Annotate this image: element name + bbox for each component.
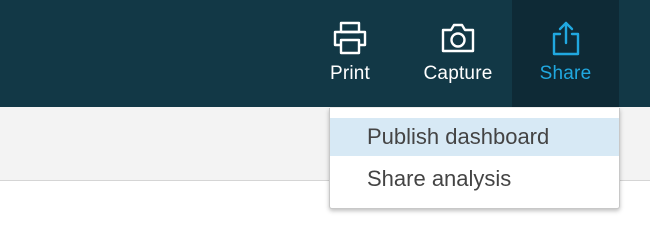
app-window: Print Capture Share Publish dashboard Sh… [0, 0, 650, 240]
camera-icon [438, 20, 478, 56]
share-label: Share [539, 63, 592, 84]
top-toolbar: Print Capture Share [0, 0, 650, 107]
capture-button[interactable]: Capture [414, 0, 502, 107]
printer-icon [330, 20, 370, 56]
share-analysis-menu-item[interactable]: Share analysis [330, 160, 619, 198]
share-icon [546, 20, 586, 56]
share-button[interactable]: Share [512, 0, 619, 107]
capture-label: Capture [423, 63, 493, 84]
print-button[interactable]: Print [318, 0, 382, 107]
share-dropdown-menu: Publish dashboard Share analysis [329, 108, 620, 209]
publish-dashboard-menu-item[interactable]: Publish dashboard [330, 118, 619, 156]
print-label: Print [329, 63, 371, 84]
